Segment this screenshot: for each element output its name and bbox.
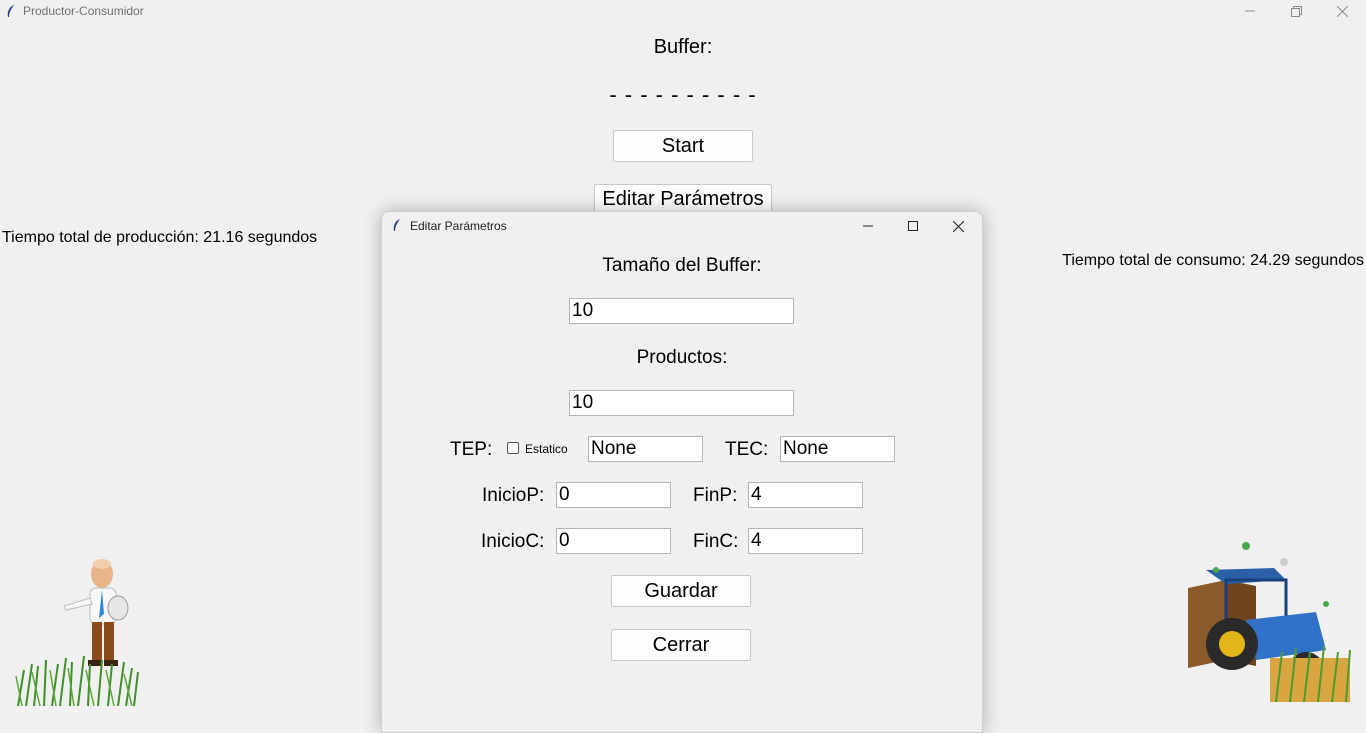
products-input[interactable]	[569, 390, 794, 416]
start-button[interactable]: Start	[613, 130, 753, 162]
buffer-size-input[interactable]	[569, 298, 794, 324]
production-time-label: Tiempo total de producción: 21.16 segund…	[2, 229, 318, 246]
fin-c-input[interactable]	[748, 528, 863, 554]
close-icon	[952, 220, 964, 232]
buffer-content: - - - - - - - - - -	[609, 82, 757, 107]
products-label: Productos:	[636, 347, 728, 368]
tec-input[interactable]	[780, 436, 895, 462]
inicio-p-input[interactable]	[556, 482, 671, 508]
edit-parameters-dialog: Editar Parámetros Tamaño del Buffer: Pro…	[381, 211, 983, 733]
buffer-label: Buffer:	[653, 36, 713, 58]
static-checkbox[interactable]	[507, 442, 519, 454]
save-button[interactable]: Guardar	[611, 575, 751, 607]
minimize-button[interactable]	[1227, 0, 1273, 22]
fin-c-label: FinC:	[693, 531, 739, 552]
feather-icon	[392, 218, 402, 237]
edit-parameters-button[interactable]: Editar Parámetros	[594, 184, 772, 214]
consumer-tractor-image	[1186, 540, 1356, 710]
maximize-icon	[908, 221, 918, 231]
main-titlebar: Productor-Consumidor	[0, 0, 1366, 22]
consumption-time-label: Tiempo total de consumo: 24.29 segundos	[1062, 252, 1364, 269]
inicio-c-input[interactable]	[556, 528, 671, 554]
inicio-p-label: InicioP:	[482, 485, 545, 506]
tec-label: TEC:	[725, 439, 769, 460]
fin-p-input[interactable]	[748, 482, 863, 508]
close-button[interactable]	[1319, 0, 1365, 22]
restore-button[interactable]	[1273, 0, 1319, 22]
dialog-title: Editar Parámetros	[410, 219, 507, 233]
close-dialog-button[interactable]: Cerrar	[611, 629, 751, 661]
close-icon	[1336, 5, 1348, 17]
buffer-size-label: Tamaño del Buffer:	[602, 255, 762, 276]
dialog-maximize-button[interactable]	[890, 212, 936, 240]
window-title: Productor-Consumidor	[23, 4, 144, 18]
tep-label: TEP:	[450, 439, 493, 460]
static-checkbox-label: Estatico	[525, 442, 568, 456]
producer-farmer-image	[14, 552, 144, 712]
tep-input[interactable]	[588, 436, 703, 462]
fin-p-label: FinP:	[693, 485, 738, 506]
restore-icon	[1290, 5, 1302, 17]
minimize-icon	[863, 225, 873, 227]
feather-icon	[6, 4, 16, 23]
inicio-c-label: InicioC:	[481, 531, 545, 552]
dialog-close-button[interactable]	[935, 212, 981, 240]
minimize-icon	[1245, 10, 1255, 12]
dialog-minimize-button[interactable]	[845, 212, 891, 240]
